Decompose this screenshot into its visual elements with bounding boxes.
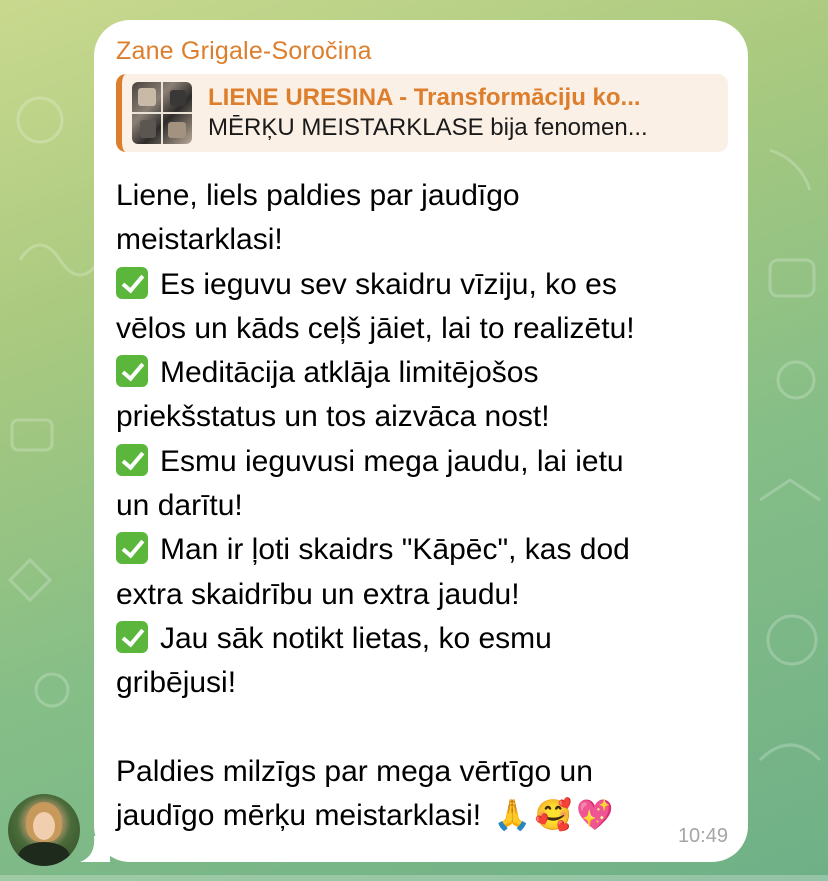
message-line: Liene, liels paldies par jaudīgo — [116, 179, 520, 212]
check-mark-icon — [116, 355, 148, 388]
message-line: Jau sāk notikt lietas, ko esmu — [116, 617, 728, 661]
bubble-tail — [80, 836, 110, 862]
message-line: Es ieguvu sev skaidru vīziju, ko es — [116, 263, 728, 307]
message-line: priekšstatus un tos aizvāca nost! — [116, 400, 550, 434]
message-line: gribējusi! — [116, 666, 237, 700]
reply-snippet: MĒRĶU MEISTARKLASE bija fenomen... — [208, 114, 648, 141]
reply-text: LIENE URESINA - Transformāciju ko... MĒR… — [208, 83, 713, 143]
message-line: vēlos un kāds ceļš jāiet, lai to realizē… — [116, 311, 635, 345]
check-mark-icon — [116, 266, 148, 299]
check-mark-icon — [116, 443, 148, 476]
message-line: Man ir ļoti skaidrs "Kāpēc", kas dod — [116, 528, 728, 572]
message-line: Esmu ieguvusi mega jaudu, lai ietu — [116, 440, 728, 484]
message-bubble[interactable]: Zane Grigale-Soročina LIENE URESINA - Tr… — [94, 20, 748, 862]
message-text: Liene, liels paldies par jaudīgo meistar… — [116, 174, 728, 838]
message-line: Paldies milzīgs par mega vērtīgo un — [116, 754, 593, 788]
sparkling-heart-emoji-icon: 💖 — [576, 798, 614, 834]
smiling-hearts-emoji-icon: 🥰 — [534, 798, 573, 834]
pray-emoji-icon: 🙏 — [493, 798, 531, 834]
reply-title: LIENE URESINA - Transformāciju ko... — [208, 84, 641, 111]
avatar[interactable] — [8, 794, 80, 866]
check-mark-icon — [116, 532, 148, 565]
sender-name[interactable]: Zane Grigale-Soročina — [116, 34, 726, 68]
message-line — [116, 706, 728, 750]
message-timestamp: 10:49 — [677, 825, 728, 847]
message-line: un darītu! — [116, 489, 243, 523]
message-line: jaudīgo mērķu meistarklasi! 🙏 🥰 💖 — [116, 794, 728, 838]
message-line: meistarklasi! — [116, 223, 283, 257]
reply-thumbnail — [132, 82, 192, 144]
reply-preview[interactable]: LIENE URESINA - Transformāciju ko... MĒR… — [116, 74, 728, 152]
bottom-edge — [0, 875, 828, 881]
message-line: Meditācija atklāja limitējošos — [116, 351, 728, 395]
message-line: extra skaidrību un extra jaudu! — [116, 577, 520, 611]
check-mark-icon — [116, 620, 148, 653]
